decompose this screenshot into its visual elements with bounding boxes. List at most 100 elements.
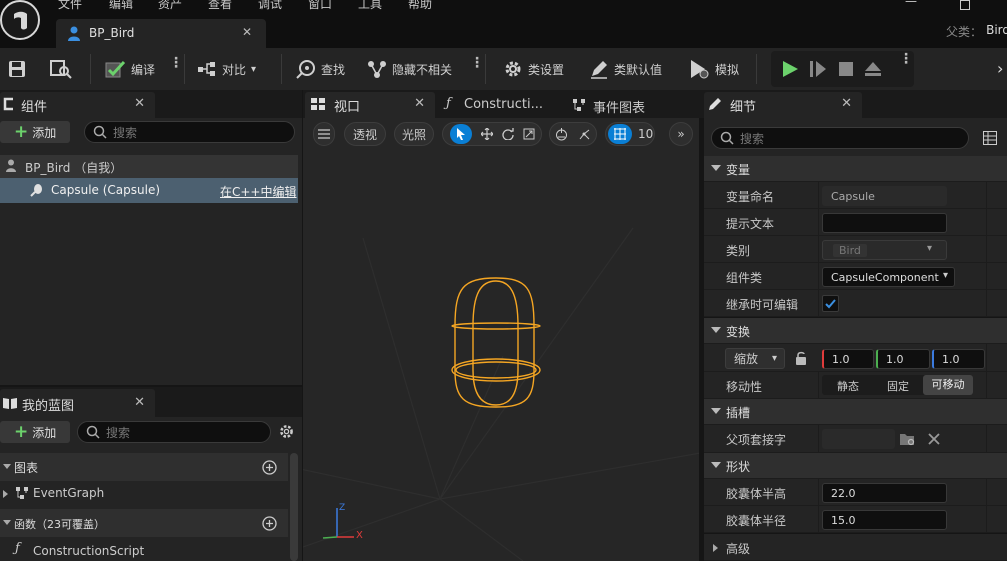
more-options-icon[interactable]: ⋮ (470, 56, 484, 70)
tab-event-graph[interactable]: 事件图表 (593, 97, 645, 116)
half-height-field[interactable]: 22.0 (822, 483, 947, 503)
move-tool-icon[interactable] (480, 128, 493, 140)
maximize-icon[interactable] (960, 0, 970, 10)
diff-button[interactable]: 对比 ▾ (197, 48, 256, 90)
menu-asset[interactable]: 资产 (158, 0, 182, 12)
viewport[interactable] (303, 118, 699, 561)
menu-file[interactable]: 文件 (58, 0, 82, 12)
my-blueprint-search-input[interactable]: 搜索 (77, 421, 271, 443)
rotate-tool-icon[interactable] (501, 128, 514, 140)
close-icon[interactable]: ✕ (134, 96, 145, 111)
category-transform[interactable]: 变换 (704, 318, 1007, 344)
tab-construction-script[interactable]: Constructi... (464, 97, 543, 112)
play-icon[interactable] (781, 60, 799, 78)
close-icon[interactable]: ✕ (841, 96, 852, 111)
viewport-overflow-button[interactable]: » (669, 122, 693, 146)
tab-viewport[interactable]: 视口 ✕ (305, 92, 435, 118)
menu-edit[interactable]: 编辑 (109, 0, 133, 12)
chevron-down-icon: ▾ (251, 63, 257, 75)
class-defaults-button[interactable]: 类默认值 (589, 48, 662, 90)
graph-icon (573, 99, 585, 111)
hide-unrelated-button[interactable]: 隐藏不相关 (367, 48, 452, 90)
unreal-logo-icon[interactable] (0, 0, 40, 40)
editable-checkbox[interactable] (822, 295, 839, 312)
tooltip-field[interactable] (822, 213, 947, 233)
simulate-button[interactable]: 模拟 (688, 48, 739, 90)
tree-row-capsule[interactable]: Capsule (Capsule) 在C++中编辑 (0, 178, 298, 203)
details-search-input[interactable]: 搜索 (711, 127, 969, 149)
close-icon[interactable]: ✕ (242, 25, 252, 39)
category-dropdown[interactable]: Bird ▾ (822, 240, 947, 260)
row-advanced[interactable]: 高级 (704, 534, 1007, 561)
select-tool-icon[interactable] (449, 124, 472, 144)
compile-options-icon[interactable]: ⋮ (169, 56, 183, 70)
menu-window[interactable]: 窗口 (308, 0, 332, 12)
mobility-movable-option[interactable]: 可移动 (923, 375, 973, 395)
minimize-icon[interactable]: — (905, 0, 919, 8)
tree-row-event-graph[interactable]: EventGraph (0, 481, 288, 507)
play-options-icon[interactable]: ⋮ (899, 52, 913, 66)
radius-field[interactable]: 15.0 (822, 510, 947, 530)
tab-components[interactable]: 组件 ✕ (0, 92, 155, 118)
viewport-menu-button[interactable] (313, 122, 335, 146)
mobility-stationary-option[interactable]: 固定 (887, 378, 909, 394)
tab-details[interactable]: 细节 ✕ (704, 92, 862, 118)
menu-debug[interactable]: 调试 (258, 0, 282, 12)
checkmark-icon (825, 299, 836, 309)
property-matrix-icon[interactable] (983, 131, 997, 145)
edit-in-cpp-link[interactable]: 在C++中编辑 (220, 183, 297, 200)
save-button[interactable] (8, 48, 26, 90)
stop-icon[interactable] (838, 61, 854, 77)
scale-tool-icon[interactable] (523, 128, 535, 140)
plus-icon: + (14, 122, 29, 142)
compile-check-icon (105, 60, 126, 78)
add-graph-icon[interactable] (262, 460, 277, 475)
grid-snap-control[interactable]: 10 (605, 122, 655, 146)
tree-row-construction-script[interactable]: ƒ ConstructionScript (0, 539, 288, 561)
scale-mode-dropdown[interactable]: 缩放 ▾ (725, 348, 785, 369)
class-settings-button[interactable]: 类设置 (503, 48, 564, 90)
tab-my-blueprint[interactable]: 我的蓝图 ✕ (0, 389, 155, 417)
scrollbar[interactable] (290, 453, 298, 561)
menu-tools[interactable]: 工具 (358, 0, 382, 12)
close-icon[interactable]: ✕ (134, 395, 145, 410)
parent-class-link[interactable]: Bird (986, 23, 1007, 37)
world-local-icon[interactable] (555, 127, 568, 141)
add-member-button[interactable]: + 添加 (0, 421, 70, 443)
close-icon[interactable]: ✕ (414, 96, 425, 111)
components-search-input[interactable]: 搜索 (84, 121, 295, 143)
parent-socket-field[interactable] (822, 429, 895, 449)
tree-root-label: BP_Bird （自我） (25, 161, 123, 175)
menu-view[interactable]: 查看 (208, 0, 232, 12)
variable-name-field[interactable]: Capsule (822, 186, 947, 206)
scale-y-field[interactable]: 1.0 (876, 349, 930, 369)
category-shape[interactable]: 形状 (704, 453, 1007, 479)
menu-help[interactable]: 帮助 (408, 0, 432, 12)
scale-z-field[interactable]: 1.0 (932, 349, 985, 369)
eject-icon[interactable] (864, 61, 882, 77)
grid-snap-icon[interactable] (608, 124, 632, 144)
tree-row-root[interactable]: BP_Bird （自我） (0, 155, 298, 178)
find-button[interactable]: 查找 (296, 48, 345, 90)
document-tab-bp-bird[interactable]: BP_Bird ✕ (56, 19, 266, 48)
clear-x-icon[interactable] (928, 433, 940, 445)
component-class-dropdown[interactable]: CapsuleComponent ▾ (822, 267, 955, 287)
surface-snap-icon[interactable] (578, 128, 591, 141)
add-component-button[interactable]: + 添加 (0, 121, 70, 143)
category-variable[interactable]: 变量 (704, 156, 1007, 182)
scale-x-field[interactable]: 1.0 (822, 349, 874, 369)
section-functions[interactable]: 函数（23可覆盖） (0, 509, 288, 537)
browse-folder-icon[interactable] (899, 432, 916, 446)
step-icon[interactable] (809, 60, 827, 78)
lit-mode-button[interactable]: 光照 (394, 122, 434, 146)
chevron-right-icon[interactable]: › (997, 59, 1003, 78)
add-function-icon[interactable] (262, 516, 277, 531)
unlock-icon[interactable] (795, 351, 807, 365)
category-sockets[interactable]: 插槽 (704, 399, 1007, 425)
browse-button[interactable] (50, 48, 72, 90)
compile-button[interactable]: 编译 (104, 48, 155, 90)
perspective-button[interactable]: 透视 (344, 122, 386, 146)
mobility-static-option[interactable]: 静态 (837, 378, 859, 394)
settings-gear-icon[interactable] (278, 423, 295, 440)
section-graphs[interactable]: 图表 (0, 453, 288, 481)
